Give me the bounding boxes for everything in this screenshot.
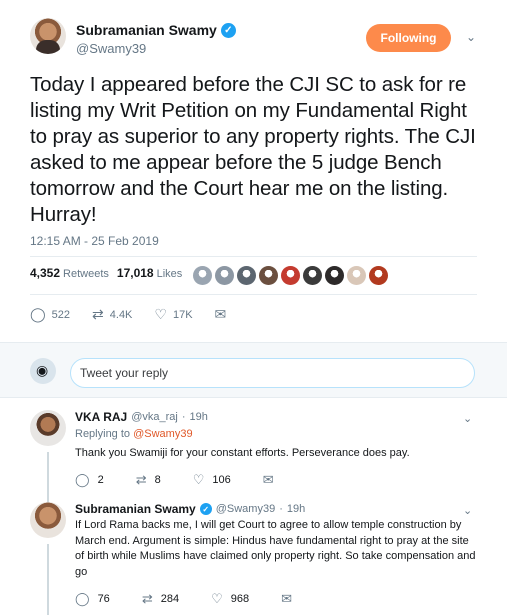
liker-avatar[interactable]: [369, 266, 388, 285]
retweet-button[interactable]: ⇄ 4.4K: [92, 306, 132, 323]
reply-count: 76: [97, 593, 110, 605]
likes-stat[interactable]: 17,018 Likes: [117, 266, 182, 280]
heart-icon: ♡: [154, 306, 167, 322]
liker-avatar[interactable]: [193, 266, 212, 285]
like-button[interactable]: ♡ 968: [211, 591, 249, 607]
likes-count: 17,018: [116, 266, 154, 280]
direct-message-button[interactable]: ✉: [263, 472, 274, 488]
verified-badge-icon: ✓: [199, 503, 212, 515]
retweet-count: 284: [160, 593, 180, 605]
like-count: 968: [230, 593, 250, 605]
liker-avatar[interactable]: [303, 266, 322, 285]
author-name-row: Subramanian Swamy ✓: [76, 22, 236, 38]
reply-icon: ◯: [75, 472, 90, 487]
thread-line: [47, 544, 49, 615]
author-name[interactable]: Subramanian Swamy: [76, 22, 217, 38]
liker-avatar[interactable]: [281, 266, 300, 285]
reply-composer: ◉: [0, 342, 507, 398]
reply-text: If Lord Rama backs me, I will get Court …: [75, 519, 476, 578]
reply-actions: ◯ 2 ⇄ 8 ♡ 106 ✉: [75, 472, 306, 488]
tweet-text: Today I appeared before the CJI SC to as…: [30, 73, 476, 226]
author-handle[interactable]: @Swamy39: [76, 41, 146, 56]
reply-icon: ◯: [75, 591, 90, 606]
eye-icon: ◉: [36, 362, 49, 378]
reply-time[interactable]: 19h: [190, 411, 208, 423]
reply-count: 2: [97, 474, 104, 486]
retweets-count: 4,352: [30, 266, 61, 280]
retweet-count: 8: [154, 474, 161, 486]
retweet-icon: ⇄: [135, 472, 147, 487]
tweet-actions: ◯ 522 ⇄ 4.4K ♡ 17K ✉: [30, 306, 248, 323]
liker-avatar[interactable]: [347, 266, 366, 285]
liker-avatars: [193, 266, 388, 285]
reply-item[interactable]: Subramanian Swamy ✓ @Swamy39 · 19h ⌄ If …: [0, 502, 507, 615]
replying-to-prefix: Replying to: [75, 428, 131, 440]
retweets-stat[interactable]: 4,352 Retweets: [30, 266, 109, 280]
retweet-icon: ⇄: [92, 306, 104, 322]
reply-button[interactable]: ◯ 76: [75, 591, 110, 607]
reply-author-name[interactable]: VKA RAJ: [75, 410, 127, 424]
retweets-label: Retweets: [63, 268, 109, 280]
reply-author-avatar[interactable]: [30, 502, 66, 538]
liker-avatar[interactable]: [259, 266, 278, 285]
reply-text: Thank you Swamiji for your constant effo…: [75, 447, 410, 459]
tweet-header: Subramanian Swamy ✓ @Swamy39 Following ⌄: [30, 18, 490, 68]
retweet-icon: ⇄: [141, 591, 153, 606]
divider: [30, 256, 477, 257]
like-count: 106: [212, 474, 231, 486]
divider: [30, 294, 477, 295]
reply-input[interactable]: [70, 358, 475, 388]
current-user-avatar[interactable]: ◉: [30, 358, 56, 384]
reply-button[interactable]: ◯ 522: [30, 306, 70, 323]
envelope-icon: ✉: [262, 472, 274, 487]
thread-line: [47, 452, 49, 502]
reply-author-handle[interactable]: @vka_raj: [131, 411, 178, 423]
separator-dot: ·: [279, 503, 283, 515]
reply-header: VKA RAJ @vka_raj · 19h: [75, 410, 208, 424]
reply-author-handle[interactable]: @Swamy39: [216, 503, 275, 515]
chevron-down-icon[interactable]: ⌄: [463, 412, 472, 425]
retweet-button[interactable]: ⇄ 8: [136, 472, 161, 488]
author-avatar[interactable]: [30, 18, 66, 54]
reply-author-name[interactable]: Subramanian Swamy: [75, 502, 196, 516]
like-count: 17K: [172, 308, 193, 321]
reply-header: Subramanian Swamy ✓ @Swamy39 · 19h: [75, 502, 305, 516]
verified-badge-icon: ✓: [220, 22, 236, 38]
envelope-icon: ✉: [214, 306, 227, 322]
replying-to: Replying to @Swamy39: [75, 428, 193, 440]
tweet-timestamp[interactable]: 12:15 AM - 25 Feb 2019: [30, 234, 159, 248]
retweet-count: 4.4K: [109, 308, 133, 321]
tweet-stats: 4,352 Retweets 17,018 Likes: [30, 266, 190, 280]
reply-icon: ◯: [30, 306, 46, 322]
chevron-down-icon[interactable]: ⌄: [466, 30, 476, 44]
envelope-icon: ✉: [281, 591, 292, 606]
reply-actions: ◯ 76 ⇄ 284 ♡ 968 ✉: [75, 591, 324, 607]
liker-avatar[interactable]: [237, 266, 256, 285]
direct-message-button[interactable]: ✉: [281, 591, 292, 607]
retweet-button[interactable]: ⇄ 284: [142, 591, 179, 607]
liker-avatar[interactable]: [325, 266, 344, 285]
direct-message-button[interactable]: ✉: [215, 306, 227, 323]
like-button[interactable]: ♡ 106: [193, 472, 231, 488]
liker-avatar[interactable]: [215, 266, 234, 285]
reply-time[interactable]: 19h: [287, 503, 305, 515]
heart-icon: ♡: [211, 591, 223, 606]
chevron-down-icon[interactable]: ⌄: [463, 504, 472, 517]
replying-to-link[interactable]: @Swamy39: [133, 428, 192, 440]
separator-dot: ·: [181, 411, 186, 423]
heart-icon: ♡: [192, 472, 205, 487]
like-button[interactable]: ♡ 17K: [154, 306, 192, 323]
following-button[interactable]: Following: [366, 24, 451, 52]
reply-item[interactable]: VKA RAJ @vka_raj · 19h ⌄ Replying to @Sw…: [0, 410, 507, 502]
reply-author-avatar[interactable]: [30, 410, 66, 446]
reply-count: 522: [51, 308, 71, 321]
reply-button[interactable]: ◯ 2: [75, 472, 104, 488]
likes-label: Likes: [156, 268, 183, 280]
